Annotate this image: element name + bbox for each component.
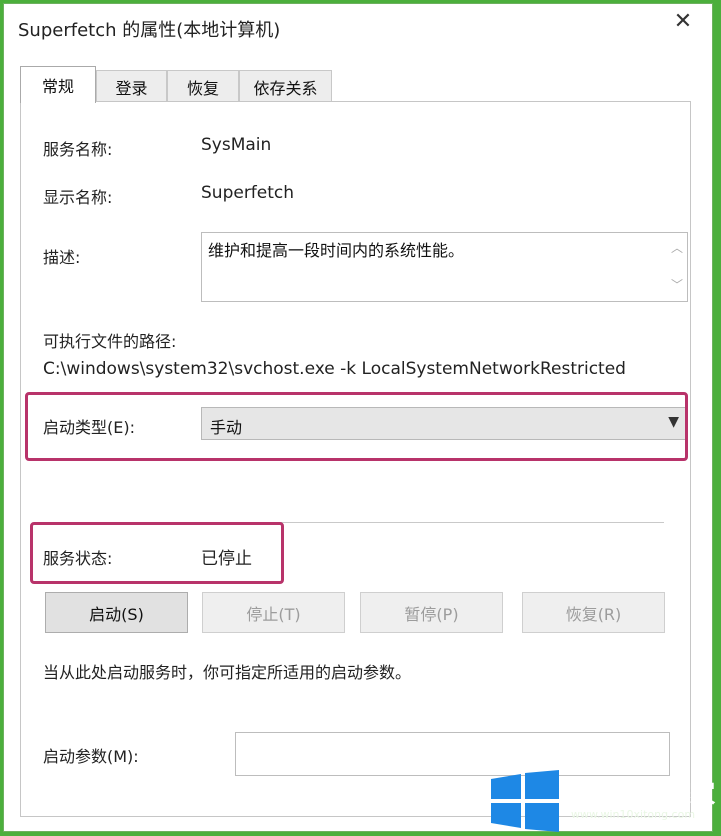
description-label: 描述: [43, 248, 81, 267]
service-status-highlight [30, 522, 284, 584]
close-button[interactable]: ✕ [660, 4, 706, 38]
scroll-up-icon[interactable]: ︿ [671, 239, 683, 256]
watermark-brand: Win10之家 [571, 780, 716, 810]
properties-dialog: Superfetch 的属性(本地计算机) ✕ 常规 登录 恢复 依存关系 服务… [3, 3, 713, 832]
tab-general[interactable]: 常规 [20, 66, 96, 103]
description-box[interactable]: 维护和提高一段时间内的系统性能。 ︿ ﹀ [201, 232, 688, 302]
windows-logo-icon [491, 770, 559, 832]
description-text: 维护和提高一段时间内的系统性能。 [208, 241, 465, 260]
tab-recovery[interactable]: 恢复 [167, 70, 239, 102]
resume-button[interactable]: 恢复(R) [522, 592, 665, 633]
title-bar[interactable]: Superfetch 的属性(本地计算机) ✕ [4, 4, 712, 50]
pause-button[interactable]: 暂停(P) [360, 592, 503, 633]
exe-path-value: C:\windows\system32\svchost.exe -k Local… [43, 359, 626, 379]
close-icon: ✕ [673, 8, 693, 34]
tab-dependencies[interactable]: 依存关系 [239, 70, 332, 102]
watermark-url: www.win10xitong.com [571, 808, 696, 821]
service-name-value: SysMain [201, 135, 272, 155]
dialog-title: Superfetch 的属性(本地计算机) [18, 20, 281, 41]
description-scrollbar[interactable]: ︿ ﹀ [665, 233, 687, 301]
start-params-label: 启动参数(M): [43, 747, 139, 766]
general-panel: 服务名称: SysMain 显示名称: Superfetch 描述: 维护和提高… [20, 101, 691, 817]
display-name-value: Superfetch [201, 183, 295, 203]
exe-path-label: 可执行文件的路径: [43, 332, 177, 351]
start-button[interactable]: 启动(S) [45, 592, 188, 633]
startup-type-highlight [25, 392, 688, 461]
stop-button[interactable]: 停止(T) [202, 592, 345, 633]
startup-hint: 当从此处启动服务时，你可指定所适用的启动参数。 [43, 663, 412, 682]
display-name-label: 显示名称: [43, 188, 113, 207]
scroll-down-icon[interactable]: ﹀ [671, 276, 683, 293]
service-name-label: 服务名称: [43, 140, 113, 159]
watermark-logo: Win10之家 www.win10xitong.com [487, 768, 721, 836]
tab-logon[interactable]: 登录 [96, 70, 167, 102]
